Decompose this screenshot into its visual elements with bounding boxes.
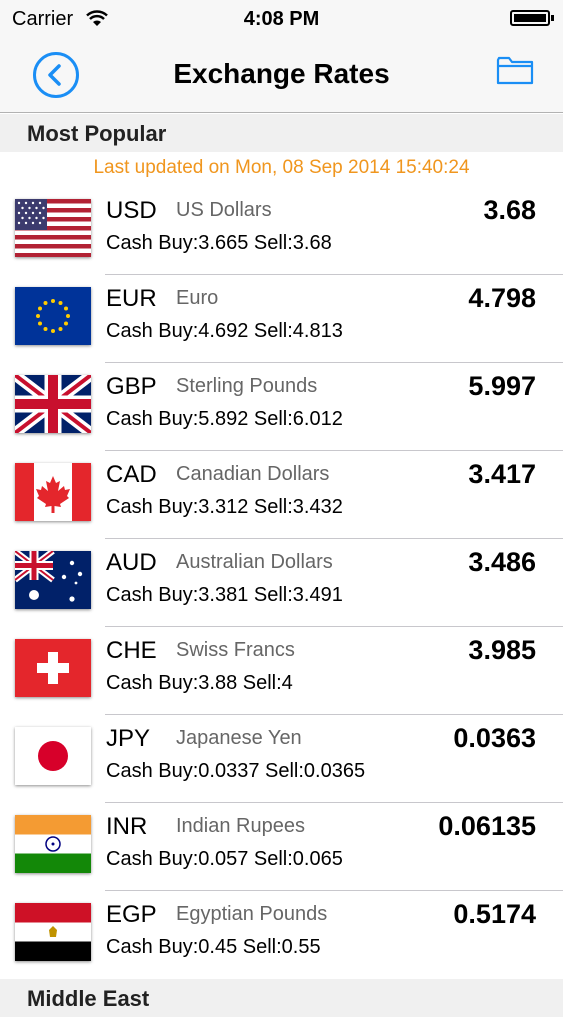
last-updated-label: Last updated on Mon, 08 Sep 2014 15:40:2… <box>93 157 470 178</box>
currency-name: US Dollars <box>176 199 272 221</box>
currency-code: USD <box>106 197 157 224</box>
status-bar: Carrier 4:08 PM <box>0 0 563 40</box>
cash-rates: Cash Buy:4.692 Sell:4.813 <box>106 320 343 342</box>
currency-row-jpy[interactable]: JPY Japanese Yen 0.0363 Cash Buy:0.0337 … <box>0 715 563 803</box>
clock: 4:08 PM <box>243 8 320 30</box>
currency-name: Indian Rupees <box>176 815 305 837</box>
exchange-rate: 4.798 <box>468 283 536 313</box>
currency-row-usd[interactable]: USD US Dollars 3.68 Cash Buy:3.665 Sell:… <box>0 187 563 275</box>
japan-flag-icon <box>15 727 91 785</box>
battery-icon <box>510 10 554 26</box>
exchange-rate: 3.417 <box>468 459 536 489</box>
currency-name: Egyptian Pounds <box>176 903 328 925</box>
navigation-bar: Exchange Rates <box>0 40 563 113</box>
exchange-rate: 0.0363 <box>453 723 536 753</box>
currency-code: EGP <box>106 901 157 928</box>
currency-code: EUR <box>106 285 157 312</box>
currency-row-eur[interactable]: EUR Euro 4.798 Cash Buy:4.692 Sell:4.813 <box>0 275 563 363</box>
currency-code: AUD <box>106 549 157 576</box>
eu-flag-icon <box>15 287 91 345</box>
currency-name: Japanese Yen <box>176 727 302 749</box>
cash-rates: Cash Buy:0.057 Sell:0.065 <box>106 848 343 870</box>
cash-rates: Cash Buy:3.665 Sell:3.68 <box>106 232 332 254</box>
section-title: Most Popular <box>27 121 167 146</box>
exchange-rate: 3.486 <box>468 547 536 577</box>
section-title: Middle East <box>27 986 150 1011</box>
cash-rates: Cash Buy:3.381 Sell:3.491 <box>106 584 343 606</box>
uk-flag-icon <box>15 375 91 433</box>
currency-code: CHE <box>106 637 157 664</box>
exchange-rate: 0.5174 <box>453 899 536 929</box>
canada-flag-icon <box>15 463 91 521</box>
currency-name: Canadian Dollars <box>176 463 330 485</box>
currency-name: Euro <box>176 287 219 309</box>
cash-rates: Cash Buy:3.312 Sell:3.432 <box>106 496 343 518</box>
cash-rates: Cash Buy:3.88 Sell:4 <box>106 672 293 694</box>
currency-row-che[interactable]: CHE Swiss Francs 3.985 Cash Buy:3.88 Sel… <box>0 627 563 715</box>
cash-rates: Cash Buy:0.0337 Sell:0.0365 <box>106 760 366 782</box>
currency-name: Swiss Francs <box>176 639 295 661</box>
currency-code: GBP <box>106 373 157 400</box>
exchange-rate: 3.68 <box>483 195 536 225</box>
exchange-rate: 5.997 <box>468 371 536 401</box>
india-flag-icon <box>15 815 91 873</box>
currency-code: INR <box>106 813 148 840</box>
folder-icon <box>496 56 534 85</box>
section-header-middle-east: Middle East <box>0 979 563 1017</box>
currency-row-egp[interactable]: EGP Egyptian Pounds 0.5174 Cash Buy:0.45… <box>0 891 563 979</box>
currency-name: Australian Dollars <box>176 551 333 573</box>
exchange-rate: 0.06135 <box>438 811 536 841</box>
currency-name: Sterling Pounds <box>176 375 318 397</box>
swiss-flag-icon <box>15 639 91 697</box>
folder-button[interactable] <box>496 54 534 91</box>
us-flag-icon <box>15 199 91 257</box>
page-title: Exchange Rates <box>173 58 390 89</box>
cash-rates: Cash Buy:5.892 Sell:6.012 <box>106 408 343 430</box>
currency-row-cad[interactable]: CAD Canadian Dollars 3.417 Cash Buy:3.31… <box>0 451 563 539</box>
currency-row-gbp[interactable]: GBP Sterling Pounds 5.997 Cash Buy:5.892… <box>0 363 563 451</box>
cash-rates: Cash Buy:0.45 Sell:0.55 <box>106 936 321 958</box>
currency-row-aud[interactable]: AUD Australian Dollars 3.486 Cash Buy:3.… <box>0 539 563 627</box>
egypt-flag-icon <box>15 903 91 961</box>
exchange-rate: 3.985 <box>468 635 536 665</box>
currency-code: CAD <box>106 461 157 488</box>
currency-row-inr[interactable]: INR Indian Rupees 0.06135 Cash Buy:0.057… <box>0 803 563 891</box>
section-header-most-popular: Most Popular <box>0 114 563 152</box>
australia-flag-icon <box>15 551 91 609</box>
currency-code: JPY <box>106 725 151 752</box>
